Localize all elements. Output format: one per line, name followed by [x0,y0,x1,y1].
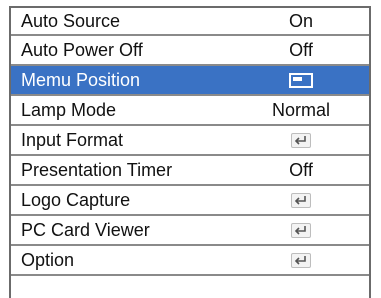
menu-item-label: Presentation Timer [21,159,173,180]
menu-item-value [245,130,357,151]
menu-item-presentation-timer[interactable]: Presentation Timer Off [11,156,369,186]
menu-item-label: PC Card Viewer [21,219,150,240]
menu-item-value [245,250,357,271]
settings-menu: Auto Source On Auto Power Off Off Memu P… [9,6,371,298]
menu-item-option[interactable]: Option [11,246,369,276]
enter-icon[interactable] [291,133,311,149]
enter-icon[interactable] [291,223,311,239]
menu-item-label: Lamp Mode [21,99,117,120]
menu-item-value: On [288,10,313,31]
menu-item-logo-capture[interactable]: Logo Capture [11,186,369,216]
menu-position-icon [289,73,313,89]
menu-item-auto-source[interactable]: Auto Source On [11,8,369,36]
menu-item-value: Off [289,159,313,180]
menu-item-label: Input Format [21,129,124,150]
menu-item-value: Off [289,39,313,60]
menu-item-label: Auto Power Off [21,39,143,60]
menu-item-value: Normal [271,99,330,120]
menu-item-pc-card-viewer[interactable]: PC Card Viewer [11,216,369,246]
enter-icon[interactable] [291,253,311,269]
menu-item-menu-position[interactable]: Memu Position [11,66,369,96]
menu-item-label: Auto Source [21,10,121,31]
menu-item-label: Logo Capture [21,189,131,210]
menu-item-value [245,70,357,91]
menu-item-auto-power-off[interactable]: Auto Power Off Off [11,36,369,66]
menu-item-value [245,190,357,211]
menu-item-lamp-mode[interactable]: Lamp Mode Normal [11,96,369,126]
enter-icon[interactable] [291,193,311,209]
menu-item-label: Option [21,249,75,270]
menu-item-label: Memu Position [21,69,141,90]
menu-item-value [245,220,357,241]
menu-item-input-format[interactable]: Input Format [11,126,369,156]
